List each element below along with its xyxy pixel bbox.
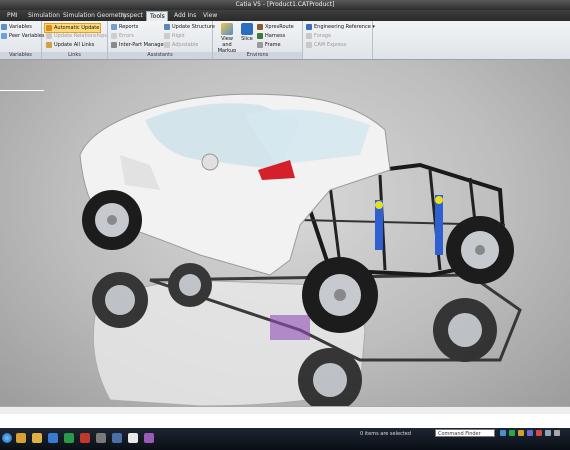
- car-body: [79, 93, 391, 276]
- taskbar-app-icon-3[interactable]: [48, 433, 58, 443]
- errors-icon: [111, 32, 117, 39]
- taskbar: 0 items are selected Command Finder: [0, 428, 570, 450]
- reports-button[interactable]: Reports: [111, 23, 138, 31]
- graphics-viewport[interactable]: [0, 60, 570, 406]
- tray-icon-4[interactable]: [527, 430, 533, 436]
- update-all-links-button[interactable]: Update All Links: [46, 41, 94, 49]
- title-bar: Catia V5 - [Product1.CATProduct]: [0, 0, 570, 10]
- assistants-group-caption: Assistants: [108, 52, 212, 59]
- taskbar-app-icon-5[interactable]: [80, 433, 90, 443]
- rigid-button[interactable]: Rigid: [164, 32, 185, 40]
- tray-icon-3[interactable]: [518, 430, 524, 436]
- taskbar-app-icon-6[interactable]: [96, 433, 106, 443]
- tab-view[interactable]: View: [200, 11, 220, 21]
- engineering-reference-icon: [306, 23, 312, 30]
- cam-express-button[interactable]: CAM Express: [306, 41, 346, 49]
- taskbar-app-icon-4[interactable]: [64, 433, 74, 443]
- ribbon-tabs: PMI Simulation Simulation Geometry Inspe…: [0, 10, 570, 21]
- adjustable-icon: [164, 41, 170, 48]
- view-and-markup-icon: [221, 23, 233, 35]
- forage-button[interactable]: Forage: [306, 32, 331, 40]
- taskbar-app-icon-2[interactable]: [32, 433, 42, 443]
- engineering-group: Engineering Reference ▾ Forage CAM Expre…: [303, 21, 375, 59]
- view-and-markup-button[interactable]: View and Markup: [216, 23, 238, 54]
- errors-button[interactable]: Errors: [111, 32, 134, 40]
- variables-group-caption: Variables: [0, 52, 41, 59]
- tab-tools[interactable]: Tools: [146, 11, 168, 21]
- car-model-render: [79, 93, 522, 406]
- engineering-reference-button[interactable]: Engineering Reference ▾: [306, 23, 375, 31]
- tray-icon-1[interactable]: [500, 430, 506, 436]
- tray-icon-5[interactable]: [536, 430, 542, 436]
- variables-button[interactable]: Variables: [1, 23, 32, 31]
- assistants-group: Reports Errors Inter-Part Manager Update…: [108, 21, 215, 59]
- tab-pmi[interactable]: PMI: [4, 11, 21, 21]
- peer-variables-button[interactable]: Peer Variables: [1, 32, 44, 40]
- taskbar-app-icon-1[interactable]: [16, 433, 26, 443]
- start-button-icon[interactable]: [2, 433, 12, 443]
- peer-variables-icon: [1, 32, 7, 39]
- reports-icon: [111, 23, 117, 30]
- taskbar-app-icon-8[interactable]: [128, 433, 138, 443]
- forage-icon: [306, 32, 312, 39]
- ribbon: Variables Peer Variables Variables Autom…: [0, 21, 570, 60]
- update-relationships-button[interactable]: Update Relationships: [46, 32, 107, 40]
- update-structure-icon: [164, 23, 170, 30]
- slice-button[interactable]: Slice: [240, 23, 254, 42]
- frame-button[interactable]: Frame: [257, 41, 281, 49]
- command-finder-input[interactable]: Command Finder: [435, 429, 495, 437]
- xpresroute-button[interactable]: XpresRoute: [257, 23, 294, 31]
- harness-button[interactable]: Harness: [257, 32, 285, 40]
- tab-add-ins[interactable]: Add Ins: [171, 11, 199, 21]
- update-relationships-icon: [46, 32, 52, 39]
- tray-icon-7[interactable]: [554, 430, 560, 436]
- environs-group: View and Markup Slice XpresRoute Harness…: [213, 21, 303, 59]
- xpresroute-icon: [257, 23, 263, 30]
- selection-status: 0 items are selected: [360, 431, 412, 437]
- update-all-links-icon: [46, 41, 52, 48]
- tab-simulation[interactable]: Simulation: [25, 11, 63, 21]
- tray-icon-2[interactable]: [509, 430, 515, 436]
- slice-icon: [241, 23, 253, 35]
- window-title: Catia V5 - [Product1.CATProduct]: [235, 1, 335, 8]
- variables-group: Variables Peer Variables Variables: [0, 21, 44, 59]
- update-structure-button[interactable]: Update Structure: [164, 23, 215, 31]
- tray-icon-6[interactable]: [545, 430, 551, 436]
- links-group-caption: Links: [42, 52, 107, 59]
- adjustable-button[interactable]: Adjustable: [164, 41, 198, 49]
- taskbar-app-icon-7[interactable]: [112, 433, 122, 443]
- harness-icon: [257, 32, 263, 39]
- chevron-down-icon: ▾: [370, 24, 375, 30]
- tab-inspect[interactable]: Inspect: [118, 11, 146, 21]
- taskbar-app-icon-9[interactable]: [144, 433, 154, 443]
- cam-express-icon: [306, 41, 312, 48]
- command-area: [0, 414, 570, 428]
- variables-icon: [1, 23, 7, 30]
- links-group: Automatic Update Update Relationships Up…: [42, 21, 108, 59]
- rigid-icon: [164, 32, 170, 39]
- inter-part-manager-button[interactable]: Inter-Part Manager: [111, 41, 166, 49]
- automatic-update-icon: [46, 24, 52, 31]
- inter-part-manager-icon: [111, 41, 117, 48]
- frame-icon: [257, 41, 263, 48]
- environs-group-caption: Environs: [213, 52, 302, 59]
